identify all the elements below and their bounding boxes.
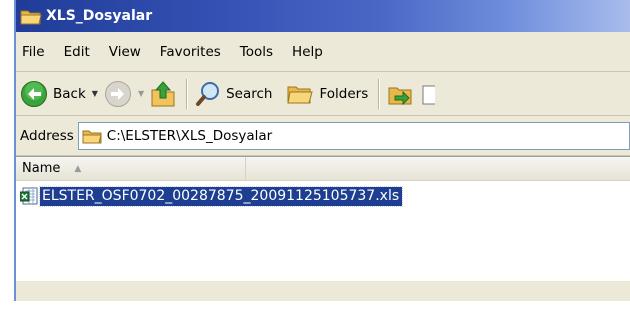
menu-edit[interactable]: Edit — [64, 44, 90, 60]
address-input[interactable]: C:\ELSTER\XLS_Dosyalar — [77, 121, 630, 150]
move-to-button[interactable] — [387, 77, 415, 111]
standard-toolbar: Back ▼ ▼ Search Folders — [16, 72, 630, 116]
move-to-icon — [388, 87, 412, 105]
back-button[interactable]: Back ▼ — [20, 77, 98, 111]
search-label: Search — [226, 85, 273, 102]
back-arrow-icon — [21, 80, 47, 107]
forward-arrow-icon — [104, 80, 131, 107]
excel-file-icon — [20, 187, 38, 205]
menu-file[interactable]: File — [22, 44, 45, 60]
folders-icon — [287, 86, 314, 103]
folders-label: Folders — [319, 85, 369, 102]
column-label: Name — [22, 161, 61, 176]
up-button[interactable] — [150, 77, 176, 111]
folders-button[interactable]: Folders — [286, 77, 368, 111]
address-value: C:\ELSTER\XLS_Dosyalar — [106, 127, 273, 144]
forward-dropdown-icon[interactable]: ▼ — [138, 89, 144, 98]
forward-button[interactable]: ▼ — [104, 77, 144, 111]
file-list[interactable]: Name ▲ ELSTER_OSF0702_00287875_200911251… — [16, 156, 630, 281]
menu-help[interactable]: Help — [292, 44, 323, 60]
back-label: Back — [53, 85, 86, 102]
back-dropdown-icon[interactable]: ▼ — [92, 89, 98, 98]
folder-icon — [82, 130, 102, 143]
toolbar-separator — [378, 78, 380, 109]
sort-ascending-icon: ▲ — [74, 163, 82, 174]
column-header-empty — [246, 157, 630, 181]
menu-tools[interactable]: Tools — [240, 44, 273, 60]
search-button[interactable]: Search — [195, 77, 272, 111]
address-label: Address — [20, 127, 74, 144]
menu-bar: File Edit View Favorites Tools Help — [16, 32, 630, 72]
folder-icon — [20, 10, 42, 25]
window-title: XLS_Dosyalar — [46, 8, 153, 24]
toolbar-separator — [186, 78, 188, 109]
list-item[interactable]: ELSTER_OSF0702_00287875_20091125105737.x… — [16, 185, 630, 207]
menu-view[interactable]: View — [109, 44, 141, 60]
search-icon — [196, 81, 220, 106]
title-bar[interactable]: XLS_Dosyalar — [16, 0, 630, 32]
file-name: ELSTER_OSF0702_00287875_20091125105737.x… — [38, 185, 404, 207]
copy-to-button[interactable] — [421, 77, 436, 111]
up-folder-icon — [151, 80, 175, 106]
address-bar: Address C:\ELSTER\XLS_Dosyalar — [16, 116, 630, 156]
explorer-window: XLS_Dosyalar File Edit View Favorites To… — [14, 0, 630, 301]
copy-to-icon — [422, 85, 436, 104]
menu-favorites[interactable]: Favorites — [160, 44, 221, 60]
column-header-name[interactable]: Name ▲ — [16, 157, 246, 181]
